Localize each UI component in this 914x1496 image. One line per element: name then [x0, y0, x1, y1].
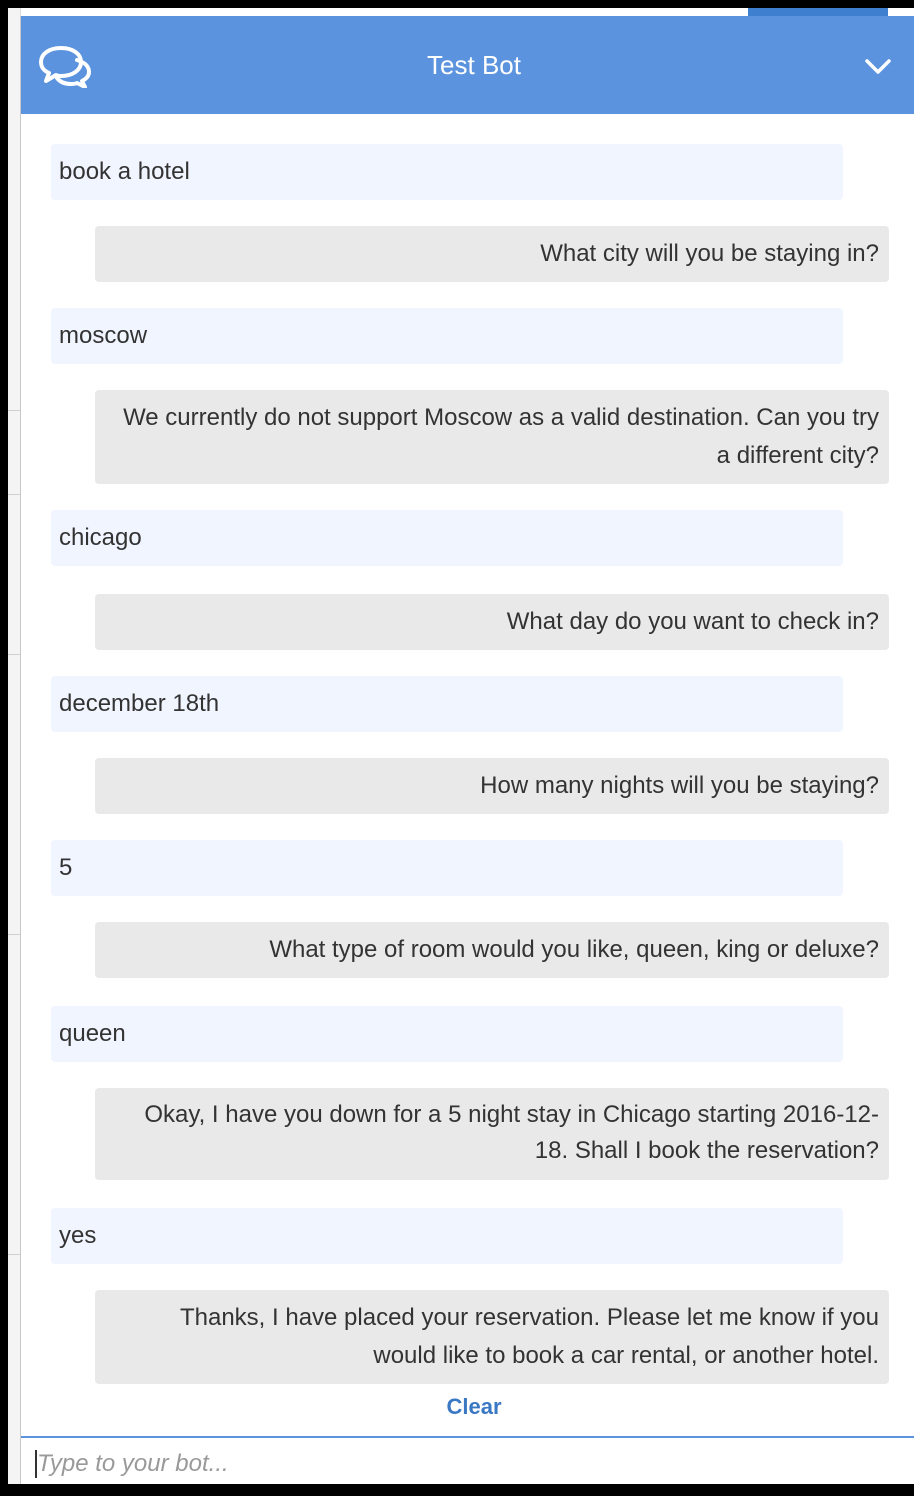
background-divider	[8, 410, 20, 411]
user-message: chicago	[51, 510, 843, 566]
background-divider	[8, 654, 20, 655]
bot-message: What day do you want to check in?	[95, 594, 889, 650]
chat-header: Test Bot	[21, 16, 914, 114]
chat-panel: Test Bot book a hotel What city will you…	[20, 16, 914, 1484]
background-divider	[8, 494, 20, 495]
bot-message: Thanks, I have placed your reservation. …	[95, 1290, 889, 1384]
bot-message: We currently do not support Moscow as a …	[95, 390, 889, 484]
user-message: 5	[51, 840, 843, 896]
background-divider	[8, 1254, 20, 1255]
user-message: yes	[51, 1208, 843, 1264]
chevron-down-icon[interactable]	[863, 54, 893, 78]
background-divider	[8, 934, 20, 935]
bot-message: How many nights will you be staying?	[95, 758, 889, 814]
message-input-container	[21, 1436, 914, 1484]
background-strip	[748, 8, 888, 16]
clear-button[interactable]: Clear	[21, 1394, 914, 1420]
chat-title: Test Bot	[427, 50, 521, 80]
bot-message: What city will you be staying in?	[95, 226, 889, 282]
bot-message: Okay, I have you down for a 5 night stay…	[95, 1088, 889, 1180]
message-list: book a hotel What city will you be stayi…	[21, 114, 914, 1384]
user-message: book a hotel	[51, 144, 843, 200]
screenshot-frame: Test Bot book a hotel What city will you…	[8, 8, 914, 1484]
user-message: moscow	[51, 308, 843, 364]
user-message: december 18th	[51, 676, 843, 732]
message-input[interactable]	[21, 1438, 914, 1484]
user-message: queen	[51, 1006, 843, 1062]
bot-message: What type of room would you like, queen,…	[95, 922, 889, 978]
